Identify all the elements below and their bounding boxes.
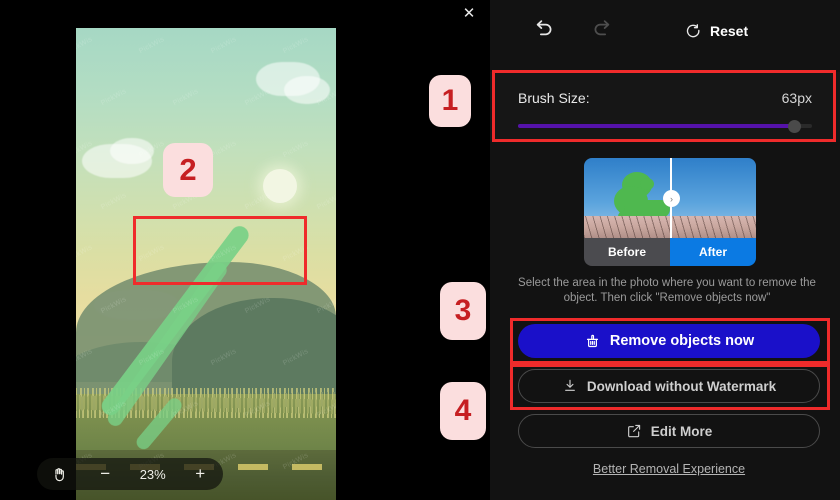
- download-icon: [562, 378, 578, 394]
- edit-square-icon: [626, 423, 642, 439]
- undo-icon[interactable]: [530, 17, 558, 45]
- slider-thumb[interactable]: [788, 120, 802, 133]
- cloud-icon: [110, 138, 154, 164]
- reset-button[interactable]: Reset: [685, 17, 748, 45]
- brush-size-slider[interactable]: [518, 120, 812, 133]
- redo-icon[interactable]: [590, 17, 618, 45]
- before-after-preview[interactable]: › Before After: [584, 158, 756, 266]
- hand-tool-icon[interactable]: [49, 463, 71, 485]
- reset-label: Reset: [710, 23, 749, 39]
- cloud-icon: [284, 76, 330, 104]
- after-label: After: [670, 238, 756, 266]
- zoom-toolbar[interactable]: − 23% +: [37, 458, 223, 490]
- zoom-in-button[interactable]: +: [189, 463, 211, 485]
- reset-icon: [685, 23, 702, 40]
- brush-size-label: Brush Size:: [518, 90, 590, 106]
- brush-size-row: Brush Size: 63px: [518, 72, 812, 106]
- eraser-icon: [584, 333, 601, 350]
- brush-size-value: 63px: [781, 90, 812, 106]
- zoom-out-button[interactable]: −: [94, 463, 116, 485]
- instruction-text: Select the area in the photo where you w…: [518, 277, 816, 304]
- canvas-pane: ✕ PickWisPickWisPickWisPickWisPickWisPic…: [0, 0, 490, 500]
- before-label: Before: [584, 238, 670, 266]
- download-without-watermark-button[interactable]: Download without Watermark: [518, 369, 820, 403]
- edit-more-button[interactable]: Edit More: [518, 414, 820, 448]
- remove-objects-label: Remove objects now: [609, 333, 755, 349]
- slider-fill: [518, 124, 792, 128]
- chevron-right-icon[interactable]: ›: [663, 190, 680, 207]
- sun-icon: [263, 169, 297, 203]
- image-editor-window: ✕ PickWisPickWisPickWisPickWisPickWisPic…: [0, 0, 840, 500]
- brush-size-section: Brush Size: 63px: [490, 72, 840, 140]
- zoom-level-label: 23%: [139, 466, 166, 482]
- editor-toolbar: Reset: [490, 0, 840, 62]
- close-icon[interactable]: ✕: [458, 3, 480, 25]
- photo-canvas[interactable]: PickWisPickWisPickWisPickWisPickWisPickW…: [76, 28, 336, 500]
- download-label: Download without Watermark: [586, 378, 777, 394]
- preview-labels: Before After: [584, 238, 756, 266]
- remove-objects-button[interactable]: Remove objects now: [518, 324, 820, 358]
- edit-more-label: Edit More: [650, 423, 713, 439]
- better-removal-experience-link[interactable]: Better Removal Experience: [518, 462, 820, 476]
